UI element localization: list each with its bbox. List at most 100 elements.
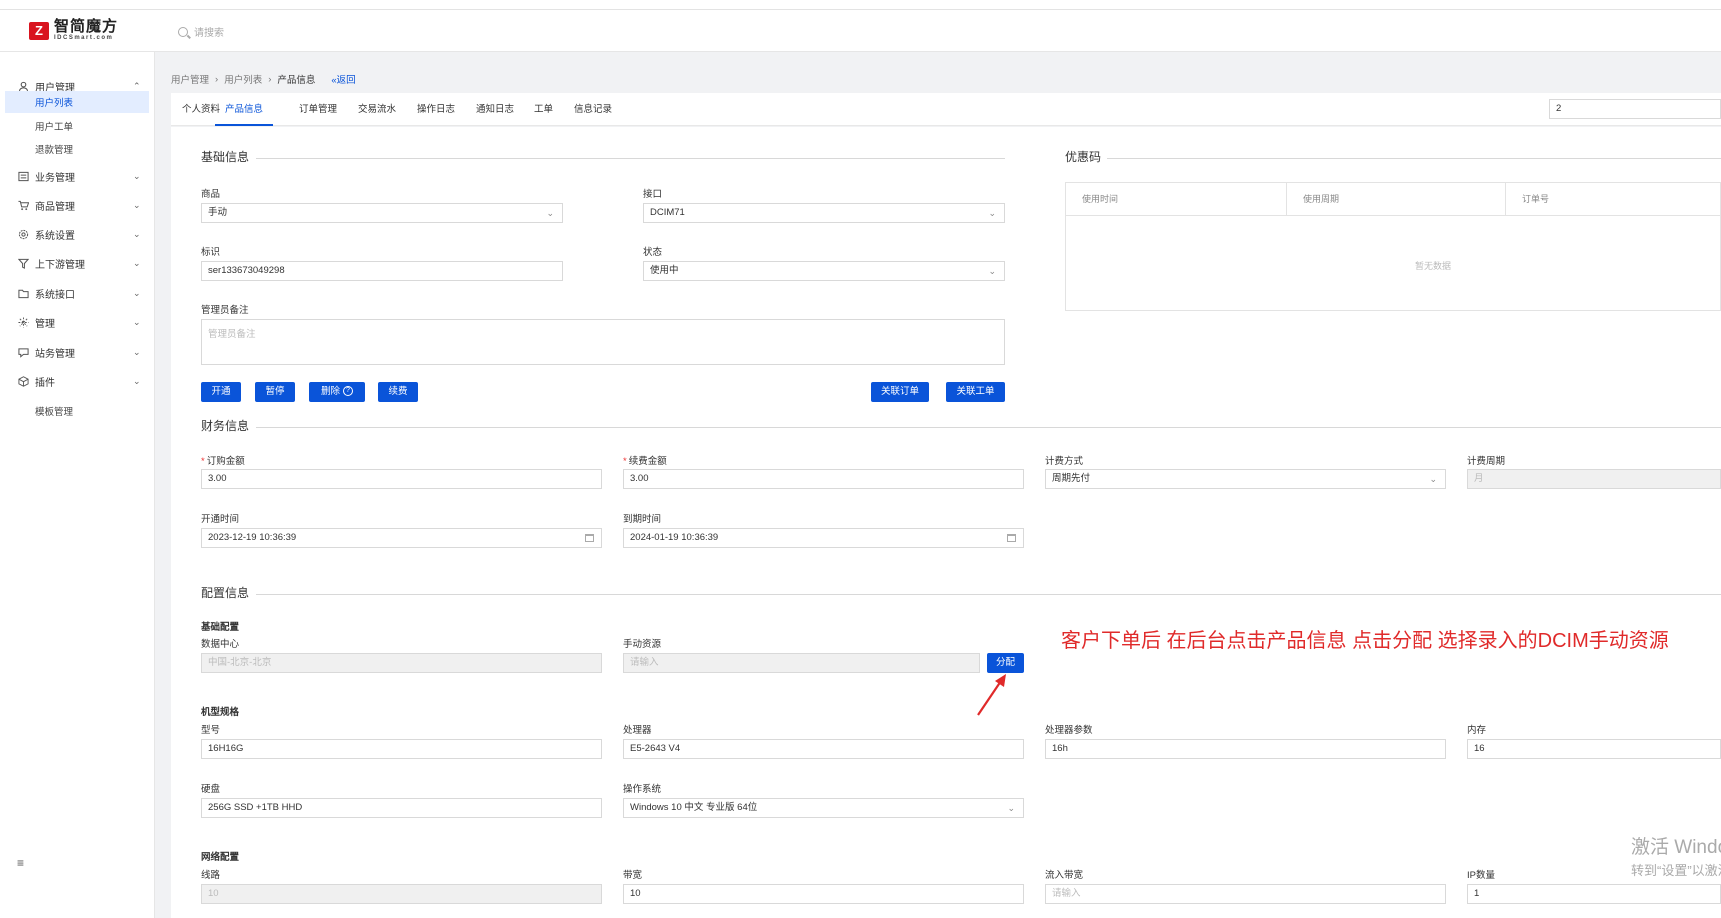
product-select[interactable]: 手动 ⌄: [201, 203, 563, 223]
remark-placeholder: 管理员备注: [208, 329, 256, 340]
status-select-value: 使用中: [650, 265, 679, 276]
disk-input[interactable]: 256G SSD +1TB HHD: [201, 798, 602, 818]
sidebar-item-label: 上下游管理: [35, 259, 85, 271]
coupon-col-cycle: 使用周期: [1287, 183, 1506, 215]
tab-info-records[interactable]: 信息记录: [574, 93, 612, 126]
brand-logo[interactable]: Z 智简魔方 IDCSmart.com: [29, 19, 118, 42]
bandwidth-value: 10: [630, 888, 641, 899]
model-input[interactable]: 16H16G: [201, 739, 602, 759]
tab-orders[interactable]: 订单管理: [299, 93, 337, 126]
sidebar-subitem-templates[interactable]: 模板管理: [5, 400, 149, 422]
interface-select[interactable]: DCIM71 ⌄: [643, 203, 1005, 223]
ident-label: 标识: [201, 247, 221, 258]
cpu-label: 处理器: [623, 725, 652, 736]
back-link[interactable]: «返回: [331, 72, 355, 86]
expire-time-picker[interactable]: 2024-01-19 10:36:39: [623, 528, 1024, 548]
tab-operation-log[interactable]: 操作日志: [417, 93, 455, 126]
billing-select[interactable]: 周期先付 ⌄: [1045, 469, 1446, 489]
bandwidth-input[interactable]: 10: [623, 884, 1024, 904]
manual-resource-placeholder: 请输入: [630, 657, 659, 668]
memory-input[interactable]: 16: [1467, 739, 1721, 759]
breadcrumb-separator: ›: [268, 73, 272, 85]
disk-value: 256G SSD +1TB HHD: [208, 802, 303, 813]
ident-input[interactable]: ser133673049298: [201, 261, 563, 281]
open-time-picker[interactable]: 2023-12-19 10:36:39: [201, 528, 602, 548]
chevron-down-icon: ⌄: [1429, 474, 1437, 484]
global-search[interactable]: 请搜索: [178, 24, 224, 39]
order-amount-input[interactable]: 3.00: [201, 469, 602, 489]
ip-count-label: IP数量: [1467, 870, 1495, 881]
sparkle-icon: [18, 317, 29, 328]
top-bar: Z 智简魔方 IDCSmart.com 请搜索: [0, 0, 1721, 52]
sidebar-item-site-affairs[interactable]: 站务管理 ⌄: [0, 341, 155, 363]
link-ticket-button[interactable]: 关联工单: [946, 382, 1005, 402]
tab-product-info[interactable]: 产品信息: [215, 93, 274, 126]
tab-notify-log[interactable]: 通知日志: [476, 93, 514, 126]
manual-resource-label: 手动资源: [623, 639, 662, 650]
table-header-divider: [1066, 215, 1720, 216]
brand-logo-mark: Z: [29, 21, 49, 40]
renew-amount-label: * 续费金额: [623, 453, 667, 467]
breadcrumb-item[interactable]: 用户管理: [171, 72, 209, 86]
activation-watermark-subtitle: 转到“设置”以激活 Windows。: [1631, 863, 1721, 878]
sidebar-item-plugins[interactable]: 插件 ⌄: [0, 370, 155, 392]
pause-button[interactable]: 暂停: [255, 382, 295, 402]
tab-tickets[interactable]: 工单: [534, 93, 553, 126]
product-select-value: 手动: [208, 207, 228, 218]
basic-config-subtitle: 基础配置: [201, 622, 240, 633]
status-select[interactable]: 使用中 ⌄: [643, 261, 1005, 281]
cycle-label: 计费周期: [1467, 456, 1506, 467]
cpu-param-value: 16h: [1052, 743, 1068, 754]
coupon-table: 使用时间 使用周期 订单号 暂无数据: [1065, 182, 1721, 311]
sidebar-item-business[interactable]: 业务管理 ⌄: [0, 165, 155, 187]
sidebar-item-upstream[interactable]: 上下游管理 ⌄: [0, 252, 155, 274]
assign-button[interactable]: 分配: [987, 653, 1024, 673]
sidebar-item-management[interactable]: 管理 ⌄: [0, 311, 155, 333]
sidebar-subitem-user-tickets[interactable]: 用户工单: [5, 115, 149, 137]
chevron-down-icon: ⌄: [133, 170, 141, 181]
renew-amount-value: 3.00: [630, 473, 649, 484]
section-divider: [256, 158, 1005, 159]
sidebar-subitem-refunds[interactable]: 退款管理: [5, 138, 149, 160]
sidebar-item-label: 商品管理: [35, 201, 75, 213]
cpu-input[interactable]: E5-2643 V4: [623, 739, 1024, 759]
sidebar-item-system-interface[interactable]: 系统接口 ⌄: [0, 282, 155, 304]
order-amount-value: 3.00: [208, 473, 227, 484]
os-select-value: Windows 10 中文 专业版 64位: [630, 802, 758, 813]
brand-name-cn: 智简魔方: [54, 18, 119, 35]
manual-resource-input[interactable]: 请输入: [623, 653, 980, 673]
sidebar-item-label: 系统设置: [35, 230, 75, 242]
remark-textarea[interactable]: 管理员备注: [201, 319, 1005, 365]
model-label: 型号: [201, 725, 221, 736]
renew-amount-input[interactable]: 3.00: [623, 469, 1024, 489]
breadcrumb-item[interactable]: 用户列表: [224, 72, 262, 86]
section-divider: [256, 594, 1721, 595]
chevron-down-icon: ⌄: [546, 208, 554, 218]
tab-transactions[interactable]: 交易流水: [358, 93, 396, 126]
cpu-param-input[interactable]: 16h: [1045, 739, 1446, 759]
tab-bar: 个人资料 产品信息 订单管理 交易流水 操作日志 通知日志 工单 信息记录: [171, 93, 1721, 126]
sidebar-item-system-settings[interactable]: 系统设置 ⌄: [0, 223, 155, 245]
sidebar-item-label: 管理: [35, 318, 55, 330]
annotation-arrow-icon: [977, 674, 1006, 716]
model-value: 16H16G: [208, 743, 244, 754]
required-mark: *: [201, 456, 205, 467]
in-bandwidth-input[interactable]: 请输入: [1045, 884, 1446, 904]
os-select[interactable]: Windows 10 中文 专业版 64位 ⌄: [623, 798, 1024, 818]
expire-time-value: 2024-01-19 10:36:39: [630, 532, 719, 543]
billing-label: 计费方式: [1045, 456, 1084, 467]
sidebar-item-products[interactable]: 商品管理 ⌄: [0, 194, 155, 216]
product-selector[interactable]: 2: [1549, 99, 1721, 119]
section-divider: [256, 427, 1721, 428]
activation-watermark-title: 激活 Windows: [1631, 837, 1721, 858]
open-time-label: 开通时间: [201, 514, 240, 525]
ip-count-input[interactable]: 1: [1467, 884, 1721, 904]
open-button[interactable]: 开通: [201, 382, 241, 402]
sidebar-subitem-user-list[interactable]: 用户列表: [5, 91, 149, 113]
interface-select-value: DCIM71: [650, 207, 685, 218]
delete-button[interactable]: 删除?: [309, 382, 365, 402]
menu-collapse-icon[interactable]: ≡: [17, 856, 24, 870]
renew-button[interactable]: 续费: [378, 382, 418, 402]
link-order-button[interactable]: 关联订单: [871, 382, 929, 402]
cpu-value: E5-2643 V4: [630, 743, 681, 754]
